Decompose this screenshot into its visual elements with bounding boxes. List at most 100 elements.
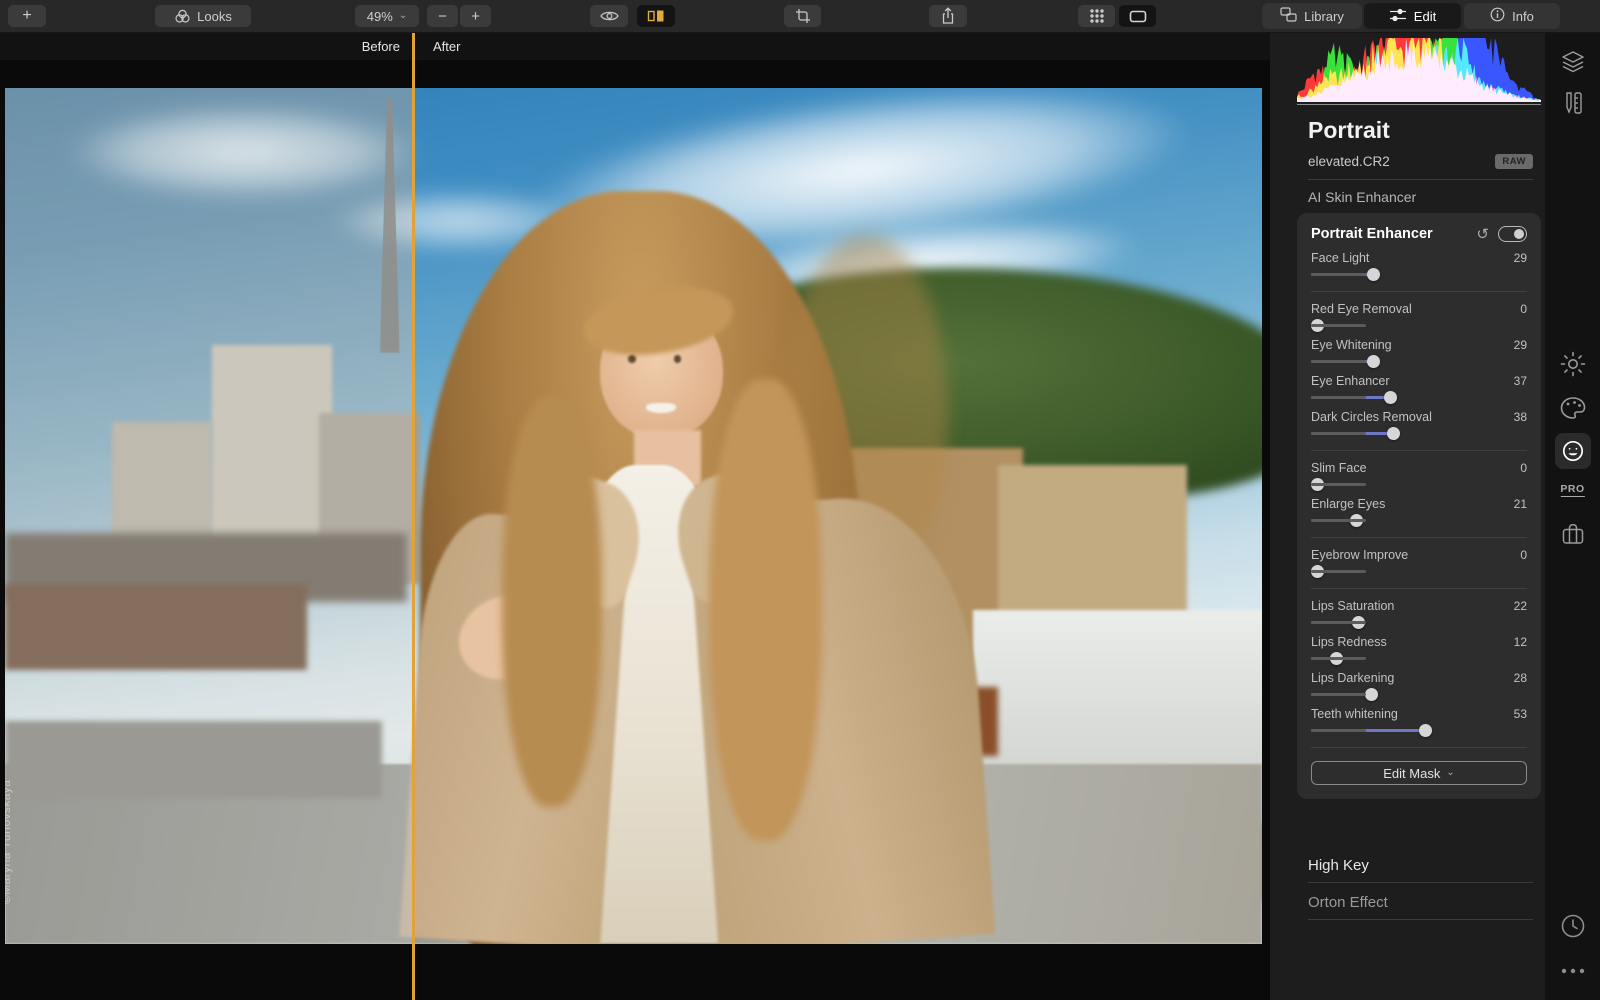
- ai-skin-enhancer-item[interactable]: AI Skin Enhancer: [1308, 189, 1416, 205]
- divider: [1311, 537, 1527, 538]
- compare-before-after-button[interactable]: [637, 5, 675, 27]
- panel-enable-toggle[interactable]: [1498, 226, 1527, 242]
- edit-mask-button[interactable]: Edit Mask ⌄: [1311, 761, 1527, 785]
- slider-eyebrow-improve: Eyebrow Improve0: [1311, 548, 1527, 578]
- share-icon: [940, 7, 956, 25]
- panel-group-title: Portrait: [1308, 117, 1390, 144]
- reset-icon[interactable]: ↺: [1476, 227, 1489, 242]
- histogram[interactable]: [1297, 36, 1541, 105]
- divider: [1311, 450, 1527, 451]
- tab-info-label: Info: [1512, 9, 1534, 24]
- tab-edit[interactable]: Edit: [1364, 3, 1461, 29]
- slider-lips-redness: Lips Redness12: [1311, 635, 1527, 665]
- slider-eye-whitening: Eye Whitening29: [1311, 338, 1527, 368]
- creative-palette-icon[interactable]: [1560, 396, 1586, 420]
- panel-title: Portrait Enhancer: [1311, 226, 1476, 242]
- slider-slim-face: Slim Face0: [1311, 461, 1527, 491]
- eye-icon: [600, 10, 619, 22]
- zoom-in-button[interactable]: +: [460, 5, 491, 27]
- panel-header: Portrait Enhancer ↺: [1311, 226, 1527, 242]
- layers-icon[interactable]: [1561, 51, 1585, 73]
- essentials-sun-icon[interactable]: [1560, 351, 1586, 377]
- single-view-icon: [1129, 10, 1147, 23]
- slider-handle[interactable]: [1365, 688, 1378, 701]
- slider-track[interactable]: [1311, 724, 1527, 737]
- share-export-button[interactable]: [929, 5, 967, 27]
- divider: [1311, 747, 1527, 748]
- slider-track[interactable]: [1311, 514, 1527, 527]
- library-icon: [1280, 7, 1297, 25]
- photo-eye: [674, 355, 682, 363]
- slider-enlarge-eyes: Enlarge Eyes21: [1311, 497, 1527, 527]
- more-options-icon[interactable]: [1561, 968, 1585, 974]
- info-icon: [1490, 7, 1505, 25]
- slider-teeth-whitening: Teeth whitening53: [1311, 707, 1527, 737]
- zoom-level-dropdown[interactable]: 49% ⌄: [355, 5, 419, 27]
- tab-edit-label: Edit: [1414, 9, 1436, 24]
- section-high-key[interactable]: High Key: [1308, 857, 1369, 874]
- slider-track[interactable]: [1311, 268, 1527, 281]
- tab-library[interactable]: Library: [1262, 3, 1362, 29]
- divider: [1308, 882, 1533, 883]
- file-row: elevated.CR2 RAW: [1308, 154, 1533, 169]
- raw-badge: RAW: [1495, 154, 1533, 169]
- slider-handle[interactable]: [1387, 427, 1400, 440]
- slider-track[interactable]: [1311, 565, 1527, 578]
- before-side-overlay: [5, 88, 414, 944]
- portrait-face-icon[interactable]: [1555, 433, 1591, 469]
- slider-handle[interactable]: [1367, 355, 1380, 368]
- grid-icon: [1089, 8, 1105, 24]
- single-image-view-button[interactable]: [1119, 5, 1156, 27]
- purchases-bag-icon[interactable]: [1561, 523, 1585, 545]
- plus-icon: +: [22, 7, 31, 25]
- file-name: elevated.CR2: [1308, 154, 1390, 169]
- pro-tools-label[interactable]: PRO: [1560, 483, 1584, 497]
- slider-handle[interactable]: [1384, 391, 1397, 404]
- slider-lips-darkening: Lips Darkening28: [1311, 671, 1527, 701]
- zoom-out-button[interactable]: −: [427, 5, 458, 27]
- chevron-down-icon: ⌄: [1446, 768, 1454, 778]
- crop-icon: [795, 8, 811, 24]
- after-label: After: [433, 39, 460, 54]
- add-photos-button[interactable]: +: [8, 5, 46, 27]
- divider: [1308, 179, 1533, 180]
- tab-library-label: Library: [1304, 9, 1344, 24]
- slider-track[interactable]: [1311, 652, 1527, 665]
- sliders-icon: [1389, 8, 1407, 25]
- zoom-value: 49%: [367, 9, 393, 24]
- tool-rail: PRO: [1545, 33, 1600, 1000]
- slider-track[interactable]: [1311, 478, 1527, 491]
- before-label: Before: [300, 39, 400, 54]
- slider-track[interactable]: [1311, 688, 1527, 701]
- photo-hair-strand: [502, 396, 603, 807]
- slider-track[interactable]: [1311, 355, 1527, 368]
- crop-button[interactable]: [784, 5, 821, 27]
- slider-track[interactable]: [1311, 391, 1527, 404]
- edit-tools-icon[interactable]: [1562, 91, 1584, 115]
- slider-track[interactable]: [1311, 427, 1527, 440]
- looks-label: Looks: [197, 9, 232, 24]
- minus-icon: −: [438, 8, 447, 25]
- edit-sidebar: Portrait elevated.CR2 RAW AI Skin Enhanc…: [1270, 33, 1545, 1000]
- top-toolbar: + Looks 49% ⌄ − +: [0, 0, 1600, 33]
- slider-track[interactable]: [1311, 319, 1527, 332]
- slider-track[interactable]: [1311, 616, 1527, 629]
- quick-preview-button[interactable]: [590, 5, 628, 27]
- tab-info[interactable]: Info: [1464, 3, 1560, 29]
- divider: [1311, 588, 1527, 589]
- before-after-divider-handle[interactable]: [412, 33, 415, 1000]
- slider-handle[interactable]: [1419, 724, 1432, 737]
- plus-icon: +: [471, 8, 480, 25]
- gallery-grid-view-button[interactable]: [1078, 5, 1115, 27]
- photo-before-after[interactable]: ©Maryna Yurlovskaya: [5, 88, 1262, 944]
- slider-handle[interactable]: [1367, 268, 1380, 281]
- slider-eye-enhancer: Eye Enhancer37: [1311, 374, 1527, 404]
- compare-split-icon: [647, 9, 665, 23]
- looks-button[interactable]: Looks: [155, 5, 251, 27]
- section-orton-effect[interactable]: Orton Effect: [1308, 894, 1388, 911]
- looks-venn-icon: [174, 9, 191, 24]
- slider-dark-circles-removal: Dark Circles Removal38: [1311, 410, 1527, 440]
- image-canvas: ©Maryna Yurlovskaya: [0, 60, 1270, 1000]
- history-clock-icon[interactable]: [1560, 913, 1586, 939]
- compare-label-bar: Before After: [0, 33, 1270, 60]
